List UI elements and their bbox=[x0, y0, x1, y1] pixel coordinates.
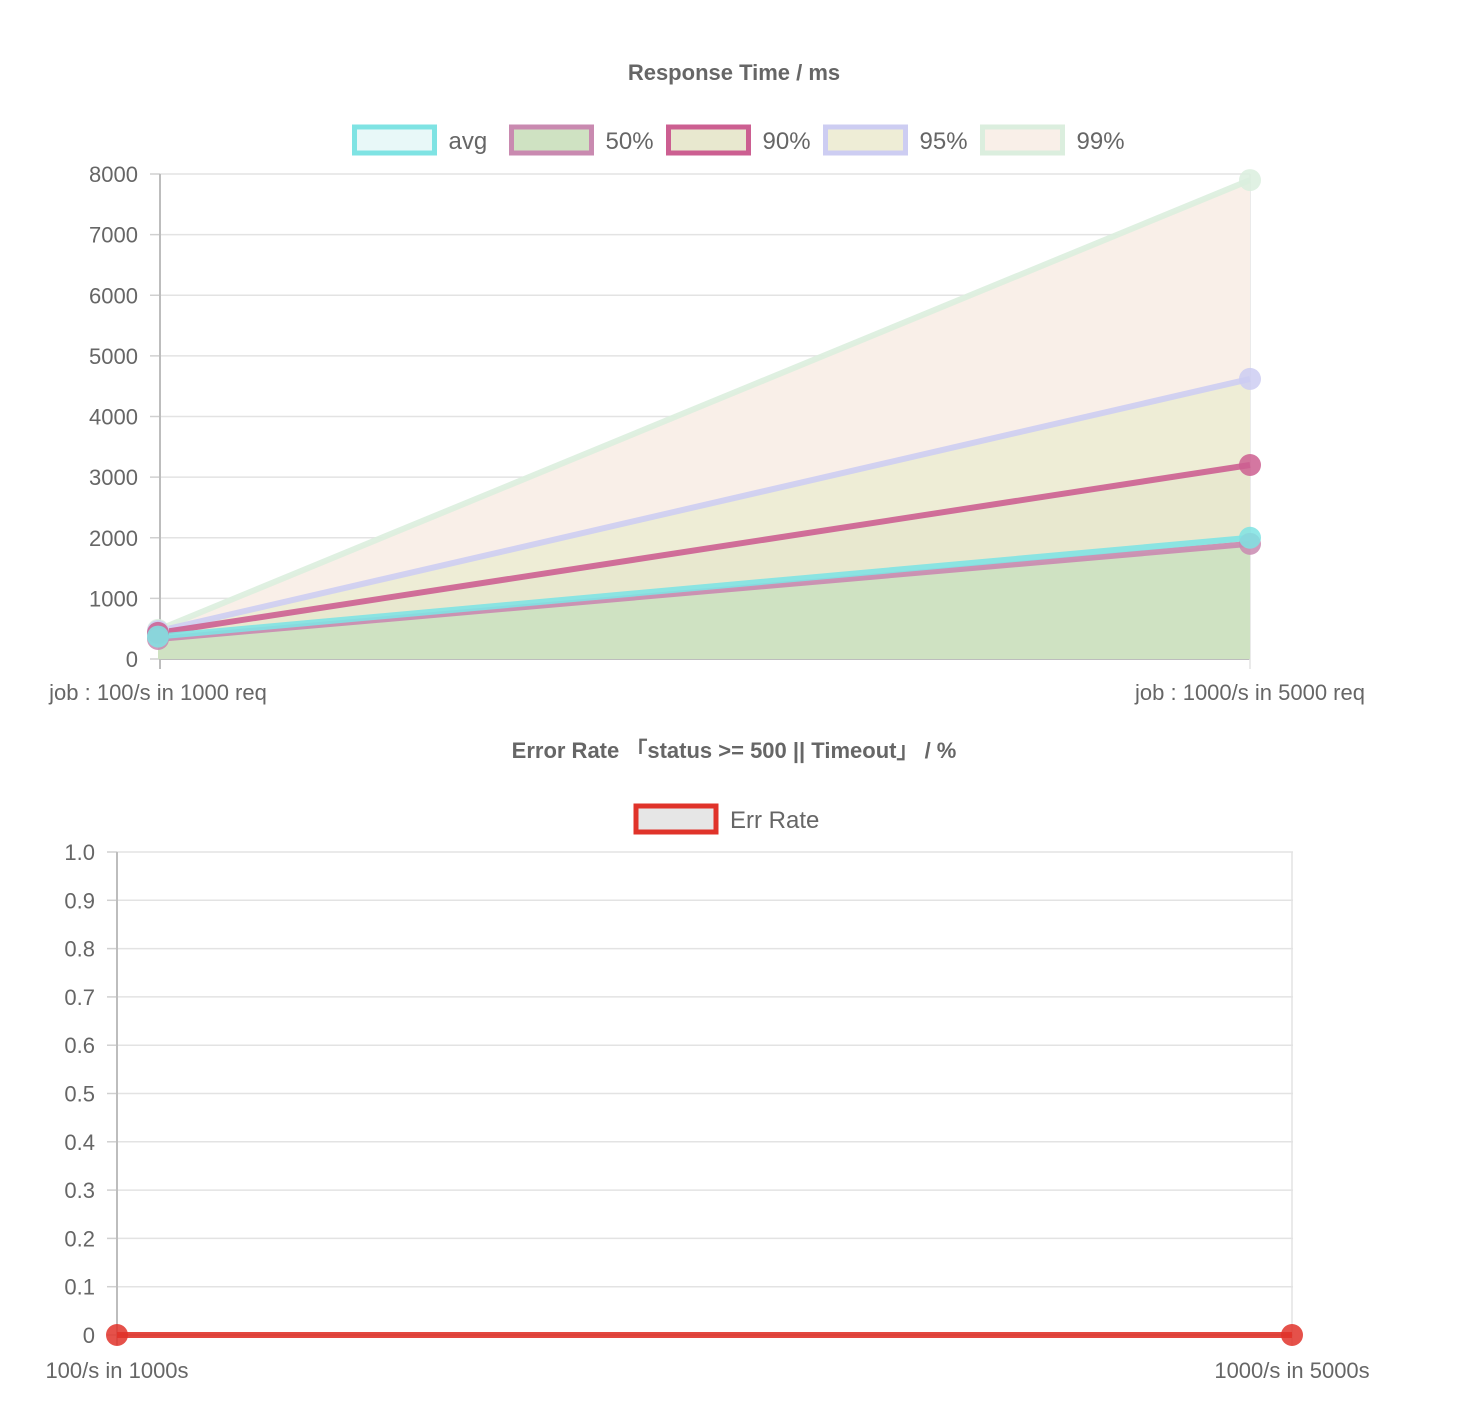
chart1-y-tick-label: 0.6 bbox=[64, 1033, 95, 1058]
chart0-y-tick-label: 0 bbox=[126, 647, 138, 672]
chart0-legend-label-3: 95% bbox=[920, 128, 968, 155]
chart0-point-avg-1 bbox=[1239, 526, 1261, 549]
chart0-legend-swatch-3 bbox=[823, 124, 908, 156]
chart0-point-avg-0 bbox=[147, 625, 169, 648]
chart0-y-tick-label: 1000 bbox=[89, 586, 138, 611]
chart1-x-tick-label-0: 100/s in 1000s bbox=[45, 1358, 188, 1383]
chart1-x-tick-label-1: 1000/s in 5000s bbox=[1214, 1358, 1369, 1383]
chart0-point-90%-1 bbox=[1239, 454, 1261, 476]
chart0-y-tick-label: 6000 bbox=[89, 283, 138, 308]
chart1-y-tick-label: 0.5 bbox=[64, 1082, 95, 1107]
chart0-legend-swatch-0 bbox=[352, 124, 437, 156]
chart1-y-tick-label: 0.3 bbox=[64, 1178, 95, 1203]
chart0-legend-label-0: avg bbox=[449, 128, 488, 155]
chart0-y-tick-label: 2000 bbox=[89, 526, 138, 551]
chart0-legend-swatch-2 bbox=[666, 124, 751, 156]
chart1-point-Err Rate-1 bbox=[1281, 1324, 1303, 1346]
chart0-y-tick-label: 8000 bbox=[89, 162, 138, 187]
chart0-point-99%-1 bbox=[1239, 169, 1261, 192]
chart1-title: Error Rate 「status >= 500 || Timeout」 / … bbox=[512, 738, 957, 763]
chart1-y-tick-label: 1.0 bbox=[64, 840, 95, 865]
chart0-legend-label-2: 90% bbox=[763, 128, 811, 155]
chart1-legend-label-0: Err Rate bbox=[730, 807, 819, 834]
chart1-y-tick-label: 0.9 bbox=[64, 888, 95, 913]
chart0-legend-label-4: 99% bbox=[1077, 128, 1125, 155]
chart1-legend-swatch-0 bbox=[633, 803, 719, 835]
chart1-y-tick-label: 0.1 bbox=[64, 1275, 95, 1300]
chart0-x-tick-label-1: job : 1000/s in 5000 req bbox=[1134, 680, 1365, 705]
chart1-point-Err Rate-0 bbox=[106, 1324, 128, 1346]
chart0-legend-swatch-1 bbox=[509, 124, 594, 156]
chart0-x-tick-label-0: job : 100/s in 1000 req bbox=[48, 680, 267, 705]
chart1-y-tick-label: 0.7 bbox=[64, 985, 95, 1010]
chart0-title: Response Time / ms bbox=[628, 60, 840, 85]
chart0-point-95%-1 bbox=[1239, 367, 1261, 390]
chart1-y-tick-label: 0.2 bbox=[64, 1226, 95, 1251]
charts-canvas: Response Time / ms avg 50% 90% 95% 99% 0 1000 20… bbox=[45, 60, 1369, 1383]
chart0-y-tick-label: 5000 bbox=[89, 344, 138, 369]
chart1-y-tick-label: 0.4 bbox=[64, 1130, 95, 1155]
chart0-y-tick-label: 3000 bbox=[89, 465, 138, 490]
chart0-legend-swatch-4 bbox=[980, 124, 1065, 156]
chart0-y-tick-label: 7000 bbox=[89, 223, 138, 248]
chart1-y-tick-label: 0.8 bbox=[64, 937, 95, 962]
chart0-y-tick-label: 4000 bbox=[89, 405, 138, 430]
chart1-y-tick-label: 0 bbox=[83, 1323, 95, 1348]
chart0-legend-label-1: 50% bbox=[606, 128, 654, 155]
